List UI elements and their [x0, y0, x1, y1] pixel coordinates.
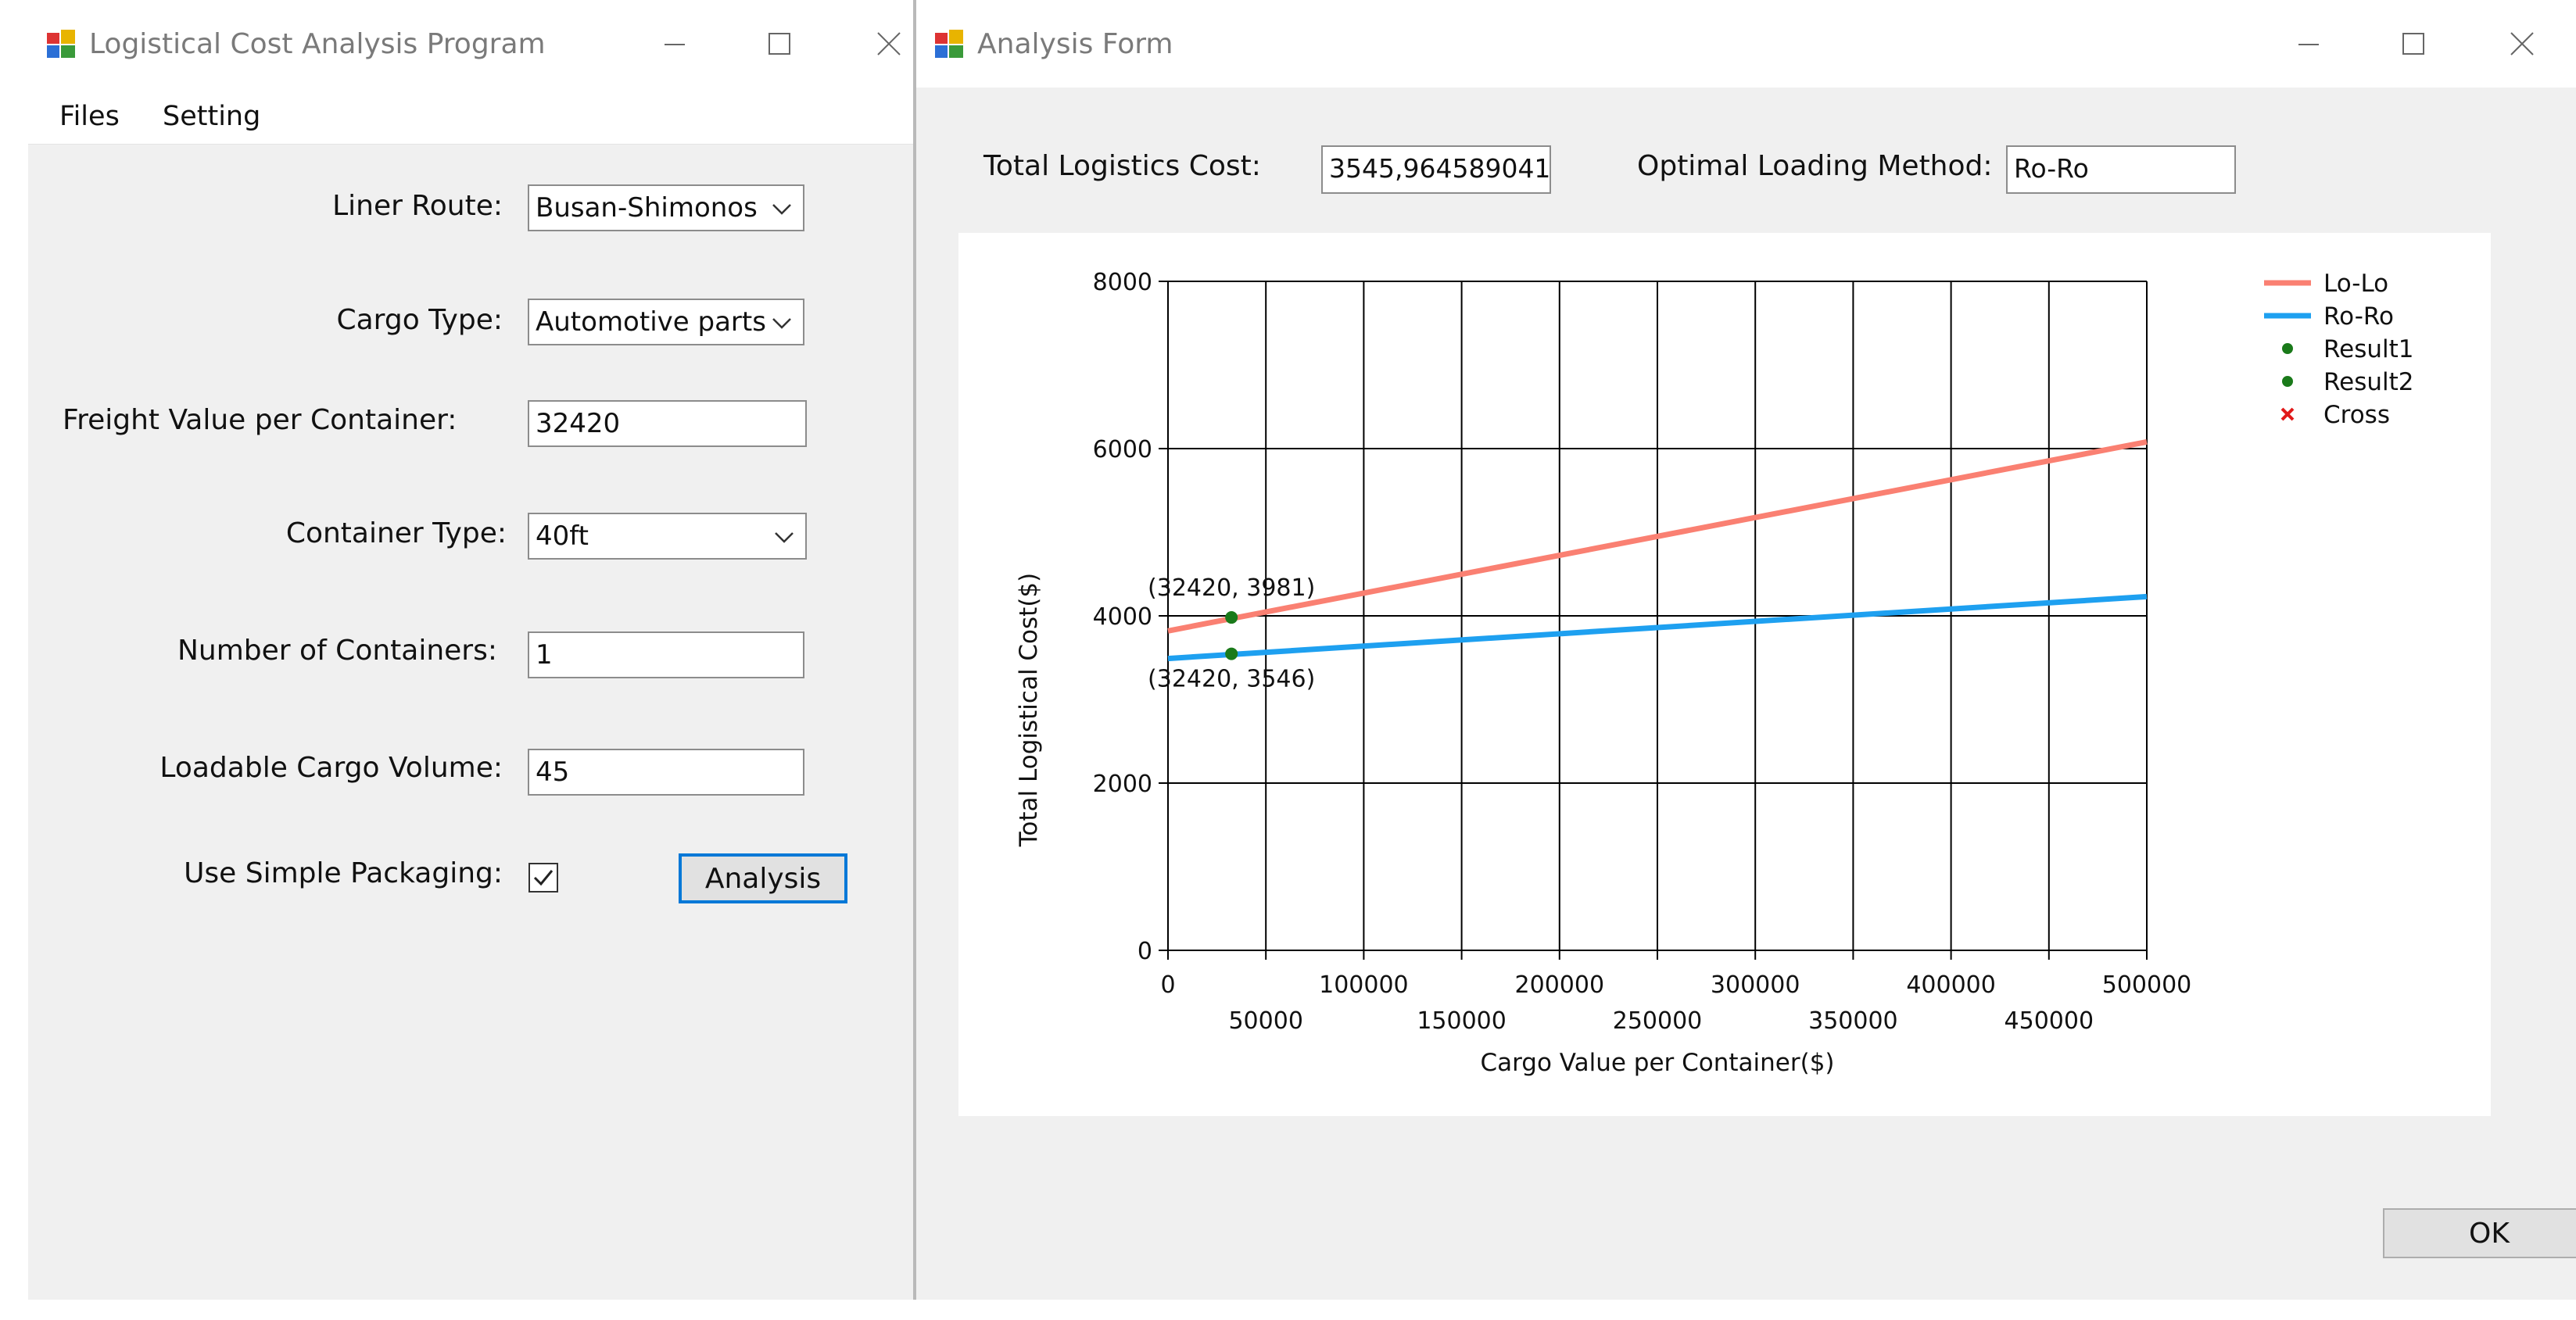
x-tick-label: 100000: [1319, 971, 1409, 999]
maximize-button[interactable]: [2361, 0, 2466, 88]
cost-chart: 0 50000 100000 150000 200000 250000 300000 3500…: [1015, 269, 2414, 1077]
simple-packaging-checkbox[interactable]: [528, 863, 558, 893]
legend-label: Lo-Lo: [2323, 270, 2388, 298]
legend-label: Result2: [2323, 368, 2414, 396]
minimize-icon: [2298, 44, 2319, 45]
minimize-icon: [665, 44, 685, 45]
legend-label: Ro-Ro: [2323, 302, 2394, 331]
cargo-type-select[interactable]: Automotive parts: [528, 299, 804, 345]
y-axis-title: Total Logistical Cost($): [1015, 573, 1043, 848]
y-tick-label: 4000: [1093, 603, 1152, 631]
x-tick-label: 300000: [1711, 971, 1800, 999]
close-button[interactable]: [2470, 0, 2574, 88]
close-icon: [877, 32, 901, 55]
minimize-button[interactable]: [622, 0, 727, 88]
loadable-volume-label: Loadable Cargo Volume:: [159, 752, 503, 784]
y-tick-label: 2000: [1093, 771, 1152, 798]
total-cost-output: 3545,9645890411: [1321, 145, 1551, 194]
result-point-label: (32420, 3546): [1148, 666, 1315, 693]
chevron-down-icon: [775, 532, 794, 543]
freight-value-text: 32420: [536, 408, 621, 439]
main-titlebar: Logistical Cost Analysis Program: [28, 0, 915, 88]
result-point: [1225, 647, 1238, 660]
chevron-down-icon: [772, 318, 791, 329]
optimal-method-label: Optimal Loading Method:: [1637, 150, 1993, 182]
result-point: [1225, 611, 1238, 624]
menu-setting[interactable]: Setting: [163, 88, 260, 144]
chevron-down-icon: [772, 204, 791, 215]
analysis-titlebar: Analysis Form: [916, 0, 2576, 88]
x-axis-title: Cargo Value per Container($): [1480, 1049, 1834, 1077]
minimize-button[interactable]: [2256, 0, 2361, 88]
loadable-volume-text: 45: [536, 757, 570, 788]
y-tick-label: 0: [1138, 938, 1152, 965]
y-tick-label: 6000: [1093, 436, 1152, 463]
y-tick-label: 8000: [1093, 269, 1152, 296]
x-tick-label: 250000: [1613, 1007, 1703, 1035]
maximize-button[interactable]: [727, 0, 832, 88]
x-tick-label: 200000: [1515, 971, 1605, 999]
main-window: Logistical Cost Analysis Program Files S…: [28, 0, 915, 1300]
legend-label: Result1: [2323, 335, 2414, 363]
x-tick-label: 400000: [1906, 971, 1996, 999]
close-icon: [2510, 32, 2534, 55]
app-icon: [935, 30, 963, 58]
optimal-method-output: Ro-Ro: [2006, 145, 2236, 194]
app-icon: [47, 30, 75, 58]
freight-value-input[interactable]: 32420: [528, 400, 807, 447]
num-containers-input[interactable]: 1: [528, 631, 804, 678]
analysis-button[interactable]: Analysis: [679, 853, 847, 903]
optimal-method-value: Ro-Ro: [2014, 153, 2089, 184]
legend-label: Cross: [2323, 401, 2390, 429]
legend-swatch-dot: [2282, 376, 2293, 387]
menu-files[interactable]: Files: [59, 88, 120, 144]
x-tick-label: 500000: [2102, 971, 2192, 999]
container-type-value: 40ft: [536, 520, 589, 552]
maximize-icon: [2402, 33, 2424, 55]
liner-route-label: Liner Route:: [332, 190, 503, 222]
x-tick-label: 150000: [1417, 1007, 1507, 1035]
ok-button[interactable]: OK: [2383, 1208, 2576, 1258]
container-type-select[interactable]: 40ft: [528, 513, 807, 560]
liner-route-select[interactable]: Busan-Shimonos: [528, 184, 804, 231]
chart-legend: Lo-Lo Ro-Ro Result1 Result2 Cross: [2264, 270, 2414, 429]
cargo-type-label: Cargo Type:: [336, 304, 503, 336]
result-point-label: (32420, 3981): [1148, 574, 1315, 602]
loadable-volume-input[interactable]: 45: [528, 749, 804, 796]
container-type-label: Container Type:: [285, 517, 507, 549]
legend-swatch-dot: [2282, 343, 2293, 354]
cargo-type-value: Automotive parts: [536, 306, 766, 338]
num-containers-label: Number of Containers:: [177, 635, 497, 667]
chart-panel: 0 50000 100000 150000 200000 250000 300000 3500…: [958, 233, 2491, 1116]
checkmark-icon: [533, 870, 554, 886]
total-cost-value: 3545,9645890411: [1329, 153, 1551, 184]
menubar: Files Setting: [28, 88, 915, 145]
analysis-window: Analysis Form Total Logistics Cost: 3545…: [913, 0, 2576, 1300]
main-window-title: Logistical Cost Analysis Program: [89, 27, 546, 60]
maximize-icon: [769, 33, 790, 55]
num-containers-text: 1: [536, 639, 553, 671]
x-tick-label: 450000: [2005, 1007, 2094, 1035]
liner-route-value: Busan-Shimonos: [536, 192, 758, 224]
x-tick-label: 0: [1160, 971, 1175, 999]
total-cost-label: Total Logistics Cost:: [983, 150, 1261, 182]
simple-packaging-label: Use Simple Packaging:: [184, 857, 503, 889]
x-tick-label: 350000: [1808, 1007, 1898, 1035]
freight-value-label: Freight Value per Container:: [63, 404, 457, 436]
x-tick-label: 50000: [1228, 1007, 1302, 1035]
analysis-window-title: Analysis Form: [977, 27, 1173, 60]
